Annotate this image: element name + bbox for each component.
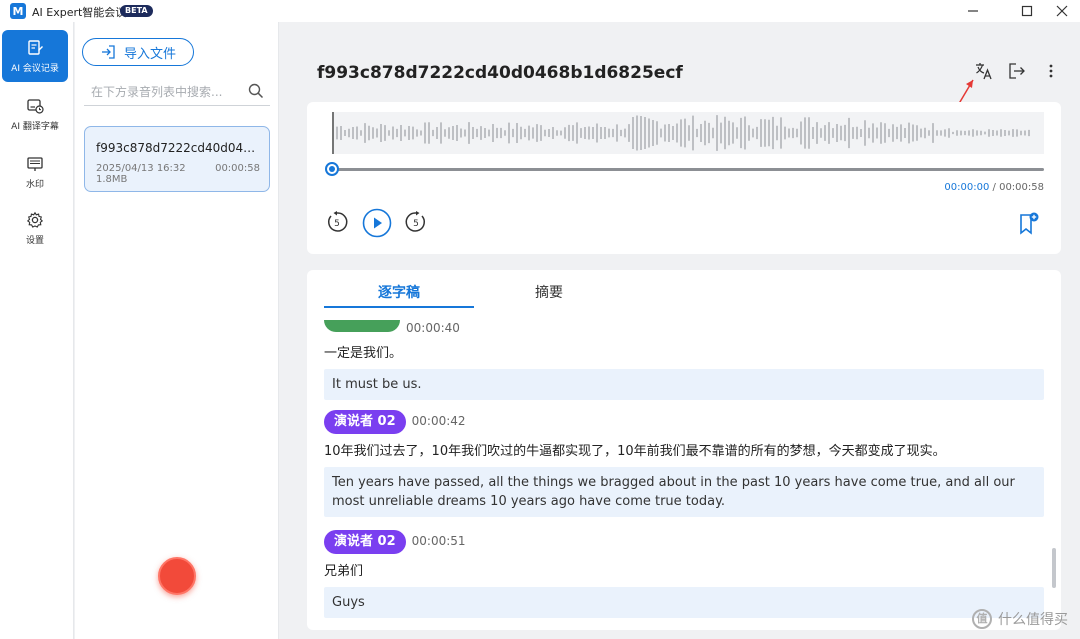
watermark-text: 什么值得买 xyxy=(998,612,1068,628)
nav-label: AI 翻译字幕 xyxy=(11,121,59,132)
transcript-entry: 00:00:40 一定是我们。 It must be us. xyxy=(324,320,1044,400)
more-options-button[interactable] xyxy=(1040,60,1062,82)
translated-text: It must be us. xyxy=(324,369,1044,400)
skip-forward-button[interactable]: 5 xyxy=(404,210,428,234)
timestamp[interactable]: 00:00:40 xyxy=(406,321,460,335)
time-readout: 00:00:00 / 00:00:58 xyxy=(944,182,1044,193)
nav-label: AI 会议记录 xyxy=(11,63,59,74)
page-title: f993c878d7222cd40d0468b1d6825ecf xyxy=(317,63,683,83)
search-input[interactable] xyxy=(91,82,241,102)
translated-text: Ten years have passed, all the things we… xyxy=(324,467,1044,517)
more-vertical-icon xyxy=(1049,64,1053,78)
current-time: 00:00:00 xyxy=(944,182,990,193)
scrollbar[interactable] xyxy=(1052,548,1056,588)
nav-item-meeting-notes[interactable]: AI 会议记录 xyxy=(2,30,68,82)
skip-forward-label: 5 xyxy=(413,219,419,229)
app-title: AI Expert智能会议 xyxy=(32,6,127,19)
transcript-body: 00:00:40 一定是我们。 It must be us. 演说者 02 00:… xyxy=(324,320,1044,630)
file-duration: 00:00:58 xyxy=(215,163,260,174)
maximize-button[interactable] xyxy=(1009,0,1045,22)
nav-label: 设置 xyxy=(25,235,44,246)
file-date-size: 2025/04/13 16:32 1.8MB xyxy=(96,163,186,185)
search-box xyxy=(84,78,270,106)
nav-item-settings[interactable]: 设置 xyxy=(2,202,68,254)
time-separator: / xyxy=(989,182,1000,193)
gear-icon xyxy=(26,211,44,228)
forward-5-icon: 5 xyxy=(405,211,425,232)
bookmark-add-icon xyxy=(1020,212,1039,235)
timestamp[interactable]: 00:00:42 xyxy=(412,414,466,428)
speaker-badge[interactable] xyxy=(324,320,400,332)
rewind-5-icon: 5 xyxy=(328,211,348,232)
minimize-icon xyxy=(968,10,978,12)
transcript-entry: 演说者 02 00:00:42 10年我们过去了，10年我们吹过的牛逼都实现了，1… xyxy=(324,410,1044,517)
record-button[interactable] xyxy=(158,557,196,595)
subtitle-clock-icon xyxy=(27,98,44,114)
total-time: 00:00:58 xyxy=(999,182,1044,193)
close-icon xyxy=(1056,5,1068,17)
skip-back-label: 5 xyxy=(334,219,340,229)
file-list-item[interactable]: f993c878d7222cd40d0468b1... 2025/04/13 1… xyxy=(84,126,270,192)
play-icon xyxy=(362,208,392,238)
add-bookmark-button[interactable] xyxy=(1018,212,1040,236)
original-text: 10年我们过去了，10年我们吹过的牛逼都实现了，10年前我们最不靠谱的所有的梦想… xyxy=(324,444,946,459)
watermark-screen-icon xyxy=(27,156,43,171)
tab-bar: 逐字稿 摘要 xyxy=(324,282,624,308)
original-text: 兄弟们 xyxy=(324,564,364,579)
watermark-logo-icon: 值 xyxy=(972,609,992,629)
nav-item-watermark[interactable]: 水印 xyxy=(2,146,68,198)
tab-summary[interactable]: 摘要 xyxy=(474,282,624,308)
main-panel: f993c878d7222cd40d0468b1d6825ecf 00:00:0… xyxy=(280,22,1080,639)
nav-label: 水印 xyxy=(25,179,44,190)
waveform[interactable] xyxy=(332,112,1044,154)
close-button[interactable] xyxy=(1044,0,1080,22)
transcript-panel: 逐字稿 摘要 00:00:40 一定是我们。 It must be us. 演说… xyxy=(307,270,1061,630)
export-button[interactable] xyxy=(1006,60,1028,82)
maximize-icon xyxy=(1021,5,1033,17)
progress-track[interactable] xyxy=(332,168,1044,171)
title-bar: M AI Expert智能会议 BETA xyxy=(0,0,1080,22)
import-file-button[interactable]: 导入文件 xyxy=(82,38,194,66)
progress-handle[interactable] xyxy=(325,162,339,176)
sidebar-nav: AI 会议记录 AI 翻译字幕 水印 设置 xyxy=(0,22,74,639)
speaker-badge[interactable]: 演说者 02 xyxy=(324,410,406,434)
document-edit-icon xyxy=(28,39,43,55)
beta-badge: BETA xyxy=(120,5,153,17)
site-watermark: 值 什么值得买 xyxy=(972,609,1068,629)
file-name: f993c878d7222cd40d0468b1... xyxy=(96,141,260,155)
tab-transcript[interactable]: 逐字稿 xyxy=(324,282,474,308)
original-text: 一定是我们。 xyxy=(324,346,403,361)
waveform-graphic xyxy=(332,112,1030,154)
speaker-badge[interactable]: 演说者 02 xyxy=(324,530,406,554)
export-icon xyxy=(1009,63,1025,79)
nav-item-translate-subtitles[interactable]: AI 翻译字幕 xyxy=(2,88,68,140)
play-button[interactable] xyxy=(362,208,392,238)
audio-player: 00:00:00 / 00:00:58 5 5 xyxy=(307,102,1061,254)
skip-back-button[interactable]: 5 xyxy=(325,210,349,234)
file-list-panel: 导入文件 f993c878d7222cd40d0468b1... 2025/04… xyxy=(75,22,279,639)
import-file-label: 导入文件 xyxy=(123,46,176,62)
import-icon xyxy=(101,45,115,59)
transcript-entry: 演说者 02 00:00:51 兄弟们 Guys xyxy=(324,530,1044,618)
app-logo-icon: M xyxy=(10,3,26,19)
translated-text: Guys xyxy=(324,587,1044,618)
timestamp[interactable]: 00:00:51 xyxy=(412,534,466,548)
minimize-button[interactable] xyxy=(955,0,991,22)
search-icon[interactable] xyxy=(248,83,264,99)
